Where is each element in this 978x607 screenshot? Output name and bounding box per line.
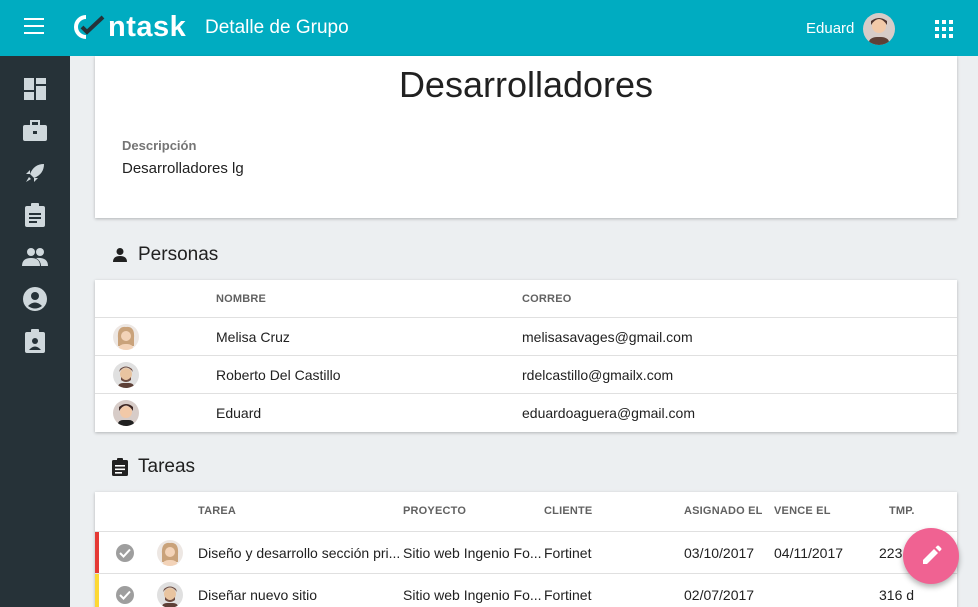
task-due-date: 04/11/2017 (774, 545, 844, 561)
people-table: NOMBRE CORREO Melisa Cruz melisasavages@… (95, 280, 957, 432)
column-header-project[interactable]: PROYECTO (403, 505, 466, 517)
task-time: 223 (879, 545, 903, 561)
task-time: 316 d (879, 587, 915, 603)
column-header-time[interactable]: TMP. (889, 505, 915, 517)
clipboard-icon[interactable] (22, 202, 48, 228)
person-email: eduardoaguera@gmail.com (522, 405, 695, 421)
status-indicator (95, 574, 99, 607)
task-assigned-date: 02/07/2017 (684, 587, 755, 603)
description-label: Descripción (122, 138, 197, 153)
person-name: Roberto Del Castillo (216, 367, 341, 383)
column-header-email[interactable]: CORREO (522, 293, 571, 305)
column-header-assigned[interactable]: ASIGNADO EL (684, 505, 763, 517)
table-row[interactable]: Diseñar nuevo sitio Sitio web Ingenio Fo… (95, 573, 957, 607)
table-row[interactable]: Melisa Cruz melisasavages@gmail.com (95, 317, 957, 355)
top-app-bar: ntask Detalle de Grupo Eduard (0, 0, 978, 56)
table-row[interactable]: Roberto Del Castillo rdelcastillo@gmailx… (95, 355, 957, 393)
description-value: Desarrolladores lg (122, 160, 244, 177)
apps-grid-icon[interactable] (935, 20, 953, 38)
person-icon (113, 248, 127, 262)
tasks-table: TAREA PROYECTO CLIENTE ASIGNADO EL VENCE… (95, 492, 957, 607)
person-email: rdelcastillo@gmailx.com (522, 367, 674, 383)
check-icon[interactable] (116, 586, 134, 604)
people-section-title: Personas (138, 244, 219, 265)
dashboard-icon[interactable] (22, 76, 48, 102)
user-name[interactable]: Eduard (806, 20, 854, 37)
rocket-icon[interactable] (22, 160, 48, 186)
tasks-section-title: Tareas (138, 456, 196, 477)
task-client: Fortinet (544, 545, 592, 561)
person-name: Eduard (216, 405, 262, 421)
pencil-icon (923, 545, 942, 564)
sidebar (0, 56, 70, 607)
briefcase-icon[interactable] (22, 118, 48, 144)
edit-fab-button[interactable] (903, 528, 959, 584)
group-name: Desarrolladores (398, 64, 654, 105)
group-card: Desarrolladores Descripción Desarrollado… (95, 56, 957, 218)
person-email: melisasavages@gmail.com (522, 329, 693, 345)
logo-text: ntask (108, 10, 187, 43)
page-title: Detalle de Grupo (205, 17, 349, 38)
badge-icon[interactable] (22, 328, 48, 354)
avatar (113, 324, 139, 350)
column-header-name[interactable]: NOMBRE (216, 293, 266, 305)
account-circle-icon[interactable] (22, 286, 48, 312)
task-name: Diseñar nuevo sitio (198, 587, 318, 603)
logo-mark (74, 15, 105, 39)
app-logo[interactable]: ntask (72, 10, 186, 44)
task-project: Sitio web Ingenio Fo... (403, 545, 542, 561)
column-header-due[interactable]: VENCE EL (774, 505, 831, 517)
avatar (157, 582, 183, 607)
status-indicator (95, 532, 99, 574)
task-client: Fortinet (544, 587, 592, 603)
user-avatar[interactable] (863, 13, 895, 45)
avatar (113, 362, 139, 388)
avatar (157, 540, 183, 566)
people-section-header: Personas (112, 244, 218, 266)
tasks-section-header: Tareas (112, 456, 195, 478)
column-header-client[interactable]: CLIENTE (544, 505, 592, 517)
check-icon[interactable] (116, 544, 134, 562)
task-assigned-date: 03/10/2017 (684, 545, 755, 561)
clipboard-icon (112, 458, 128, 476)
people-icon[interactable] (22, 244, 48, 270)
menu-icon[interactable] (24, 18, 46, 38)
person-name: Melisa Cruz (216, 329, 290, 345)
table-row[interactable]: Eduard eduardoaguera@gmail.com (95, 393, 957, 431)
avatar (113, 400, 139, 426)
task-name: Diseño y desarrollo sección pri... (198, 545, 401, 561)
table-row[interactable]: Diseño y desarrollo sección pri... Sitio… (95, 531, 957, 574)
column-header-task[interactable]: TAREA (198, 505, 236, 517)
task-project: Sitio web Ingenio Fo... (403, 587, 542, 603)
